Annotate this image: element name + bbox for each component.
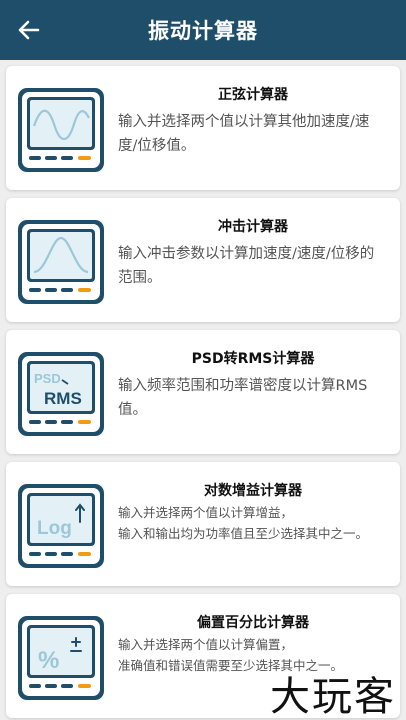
card-description-line: 输入并选择两个值以计算增益， bbox=[118, 505, 294, 520]
watermark: 大玩客 bbox=[270, 674, 396, 720]
card-title: 偏置百分比计算器 bbox=[197, 615, 309, 631]
card-description: 输入并选择两个值以计算增益， 输入和输出均为功率值且至少选择其中之一。 bbox=[118, 502, 386, 544]
card-description-line: 输入和输出均为功率值且至少选择其中之一。 bbox=[118, 526, 369, 541]
card-description: 输入冲击参数以计算加速度/速度/位移的范围。 bbox=[118, 246, 375, 286]
page-title: 振动计算器 bbox=[148, 19, 258, 43]
card-title: PSD转RMS计算器 bbox=[191, 351, 315, 367]
log-icon-text: Log bbox=[37, 518, 72, 539]
card-title: 正弦计算器 bbox=[218, 87, 288, 103]
psd-rms-icon: PSD RMS bbox=[18, 352, 104, 436]
card-description-line: 输入并选择两个值以计算偏置， bbox=[118, 637, 294, 652]
log-gain-icon: Log bbox=[18, 484, 104, 568]
shock-pulse-icon bbox=[18, 220, 104, 304]
log-gain-calculator-card[interactable]: Log 对数增益计算器 输入并选择两个值以计算增益， 输入和输出均为功率值且至少… bbox=[6, 462, 400, 586]
card-title: 对数增益计算器 bbox=[204, 483, 302, 499]
card-description: 输入频率范围和功率谱密度以计算RMS值。 bbox=[118, 378, 368, 418]
psd-icon-text: PSD bbox=[34, 371, 61, 386]
sine-calculator-card[interactable]: 正弦计算器 输入并选择两个值以计算其他加速度/速度/位移值。 bbox=[6, 66, 400, 190]
percent-icon-text: % bbox=[38, 647, 59, 674]
shock-calculator-card[interactable]: 冲击计算器 输入冲击参数以计算加速度/速度/位移的范围。 bbox=[6, 198, 400, 322]
card-title: 冲击计算器 bbox=[218, 219, 288, 235]
app-bar: 振动计算器 bbox=[0, 0, 406, 60]
rms-icon-text: RMS bbox=[44, 389, 82, 408]
sine-wave-icon bbox=[18, 88, 104, 172]
psd-rms-calculator-card[interactable]: PSD RMS PSD转RMS计算器 输入频率范围和功率谱密度以计算RMS值。 bbox=[6, 330, 400, 454]
percent-icon: % bbox=[18, 616, 104, 700]
card-description: 输入并选择两个值以计算其他加速度/速度/位移值。 bbox=[118, 114, 370, 154]
